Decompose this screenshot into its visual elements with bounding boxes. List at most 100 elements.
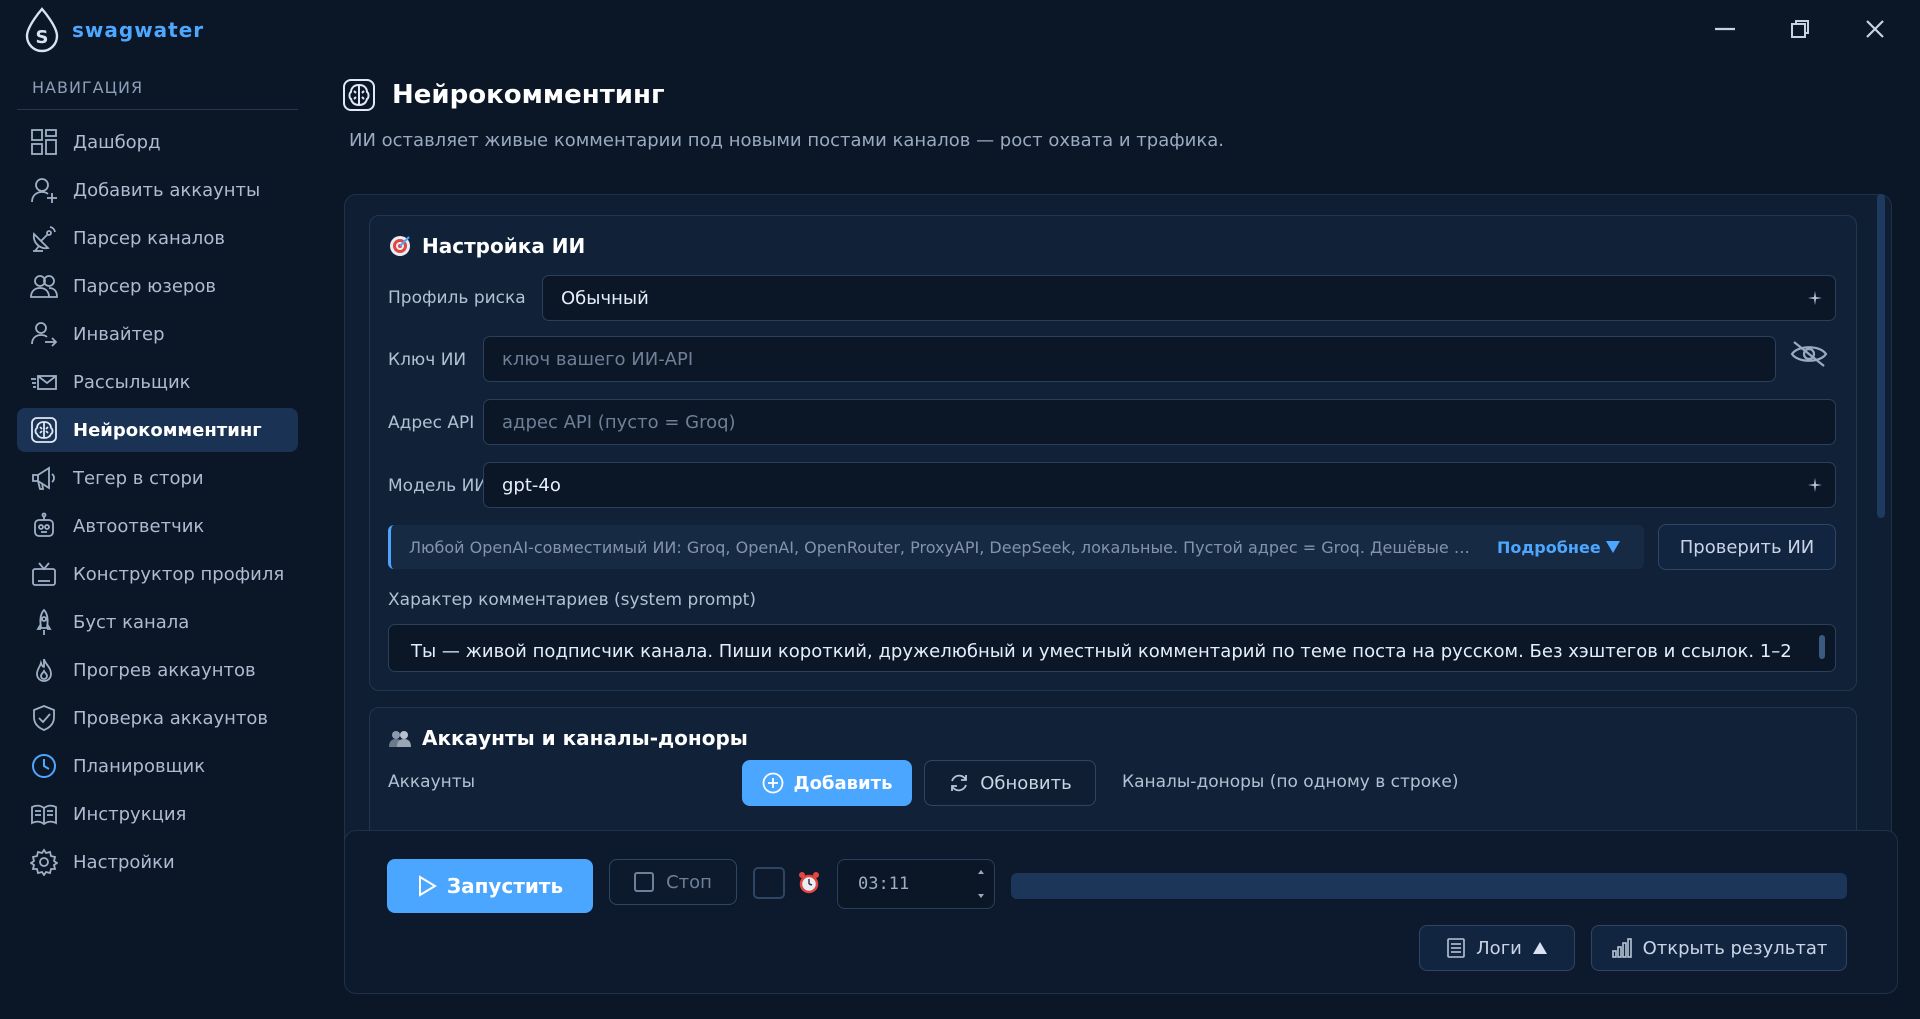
control-panel: Запустить Стоп 03:11 Логи Открыть резуль… — [344, 830, 1898, 994]
ai-settings-title: Настройка ИИ — [422, 234, 586, 258]
water-drop-logo-icon: S — [25, 7, 59, 53]
risk-profile-label: Профиль риска — [388, 288, 526, 308]
minimize-button[interactable] — [1710, 14, 1740, 44]
stop-label: Стоп — [666, 871, 712, 893]
add-account-button[interactable]: Добавить — [742, 760, 912, 806]
dropdown-sparkle-icon — [1808, 478, 1822, 492]
progress-bar — [1011, 873, 1847, 899]
main-scrollbar[interactable] — [1877, 194, 1885, 518]
sidebar-item-label: Добавить аккаунты — [73, 179, 261, 201]
refresh-button[interactable]: Обновить — [924, 760, 1096, 806]
gear-icon — [29, 847, 59, 877]
sidebar-item-label: Прогрев аккаунтов — [73, 659, 256, 681]
sidebar-item-label: Проверка аккаунтов — [73, 707, 269, 729]
system-prompt-label: Характер комментариев (system prompt) — [388, 590, 756, 610]
clock-icon — [29, 751, 59, 781]
add-user-icon — [29, 175, 59, 205]
sidebar-item-warmup[interactable]: Прогрев аккаунтов — [17, 648, 298, 692]
ai-model-label: Модель ИИ — [388, 476, 488, 496]
open-result-button[interactable]: Открыть результат — [1591, 925, 1847, 971]
sidebar-item-scheduler[interactable]: Планировщик — [17, 744, 298, 788]
sidebar-item-label: Автоответчик — [73, 515, 205, 537]
main-content: Нейрокомментинг ИИ оставляет живые комме… — [334, 58, 1920, 1019]
invite-user-icon — [29, 319, 59, 349]
plus-circle-icon — [762, 772, 783, 794]
close-icon — [1866, 20, 1884, 38]
eye-slash-icon[interactable] — [1789, 338, 1829, 370]
run-label: Запустить — [446, 874, 564, 898]
sidebar-item-autoresponder[interactable]: Автоответчик — [17, 504, 298, 548]
sidebar-item-mailer[interactable]: Рассыльщик — [17, 360, 298, 404]
run-button[interactable]: Запустить — [387, 859, 593, 913]
system-prompt-value: Ты — живой подписчик канала. Пиши коротк… — [411, 641, 1792, 662]
sidebar-item-label: Рассыльщик — [73, 371, 191, 393]
sidebar-item-label: Дашборд — [73, 131, 161, 153]
sidebar-item-label: Инвайтер — [73, 323, 165, 345]
flame-icon — [29, 655, 59, 685]
sidebar-item-channel-parser[interactable]: Парсер каналов — [17, 216, 298, 260]
minimize-icon — [1715, 27, 1735, 31]
timer-input[interactable]: 03:11 — [837, 859, 995, 909]
dropdown-sparkle-icon — [1808, 291, 1822, 305]
ai-key-input[interactable]: ключ вашего ИИ-API — [483, 336, 1776, 382]
nav-divider — [17, 109, 298, 110]
donor-channels-label: Каналы-доноры (по одному в строке) — [1122, 772, 1459, 792]
sidebar-item-channel-boost[interactable]: Буст канала — [17, 600, 298, 644]
log-document-icon — [1447, 938, 1465, 958]
sidebar-item-account-check[interactable]: Проверка аккаунтов — [17, 696, 298, 740]
api-address-label: Адрес API — [388, 413, 475, 433]
ai-key-label: Ключ ИИ — [388, 350, 467, 370]
rocket-icon — [29, 607, 59, 637]
robot-icon — [29, 511, 59, 541]
spinner-arrows-icon[interactable] — [976, 868, 986, 900]
refresh-label: Обновить — [980, 772, 1072, 794]
sidebar-item-neurocommenting[interactable]: Нейрокомментинг — [17, 408, 298, 452]
triangle-up-icon — [1532, 942, 1547, 954]
sidebar-item-label: Планировщик — [73, 755, 206, 777]
sidebar-item-label: Парсер каналов — [73, 227, 225, 249]
stop-button[interactable]: Стоп — [609, 859, 737, 905]
add-account-label: Добавить — [793, 772, 893, 794]
app-name: swagwater — [72, 18, 205, 42]
sidebar-item-label: Инструкция — [73, 803, 187, 825]
sidebar: НАВИГАЦИЯ Дашборд Добавить аккаунты Парс… — [0, 58, 300, 1019]
ai-hint-text: Любой OpenAI-совместимый ИИ: Groq, OpenA… — [409, 537, 1479, 557]
sidebar-item-inviter[interactable]: Инвайтер — [17, 312, 298, 356]
schedule-checkbox[interactable] — [753, 867, 785, 899]
risk-profile-select[interactable]: Обычный — [542, 275, 1836, 321]
tv-icon — [29, 559, 59, 589]
check-ai-button[interactable]: Проверить ИИ — [1658, 524, 1836, 570]
sidebar-item-add-accounts[interactable]: Добавить аккаунты — [17, 168, 298, 212]
ai-model-value: gpt-4o — [502, 474, 561, 496]
stop-square-icon — [634, 872, 655, 892]
brain-icon — [29, 415, 59, 445]
svg-text:S: S — [36, 27, 49, 48]
system-prompt-textarea[interactable]: Ты — живой подписчик канала. Пиши коротк… — [388, 624, 1836, 672]
ai-model-select[interactable]: gpt-4o — [483, 462, 1836, 508]
textarea-scrollbar[interactable] — [1819, 635, 1825, 659]
page-title: Нейрокомментинг — [392, 80, 665, 110]
bar-chart-icon — [1611, 938, 1632, 958]
sidebar-item-settings[interactable]: Настройки — [17, 840, 298, 884]
more-link[interactable]: Подробнее — [1497, 538, 1621, 557]
api-address-input[interactable]: адрес API (пусто = Groq) — [483, 399, 1836, 445]
sidebar-item-story-tagger[interactable]: Тегер в стори — [17, 456, 298, 500]
sidebar-item-label: Конструктор профиля — [73, 563, 285, 585]
title-bar: S swagwater — [0, 0, 1920, 58]
mail-send-icon — [29, 367, 59, 397]
logs-label: Логи — [1476, 937, 1522, 959]
sidebar-item-user-parser[interactable]: Парсер юзеров — [17, 264, 298, 308]
page-header: Нейрокомментинг — [342, 78, 665, 112]
dashboard-icon — [29, 127, 59, 157]
sidebar-item-instructions[interactable]: Инструкция — [17, 792, 298, 836]
brand: S swagwater — [22, 6, 204, 54]
brain-icon — [343, 79, 375, 111]
sidebar-item-profile-builder[interactable]: Конструктор профиля — [17, 552, 298, 596]
play-icon — [418, 875, 437, 897]
restore-button[interactable] — [1785, 14, 1815, 44]
ai-settings-header: Настройка ИИ — [388, 234, 585, 258]
sidebar-item-dashboard[interactable]: Дашборд — [17, 120, 298, 164]
logs-button[interactable]: Логи — [1419, 925, 1575, 971]
settings-scroll-area[interactable]: Настройка ИИ Профиль риска Обычный Ключ … — [344, 194, 1892, 870]
close-button[interactable] — [1860, 14, 1890, 44]
